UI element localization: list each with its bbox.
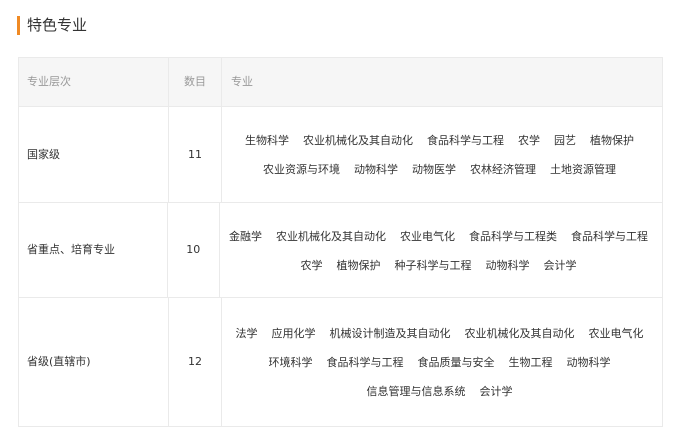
major-item: 信息管理与信息系统 <box>366 385 466 398</box>
major-item: 金融学 <box>229 229 262 243</box>
major-item: 动物科学 <box>566 356 611 369</box>
major-line: 生物科学 农业机械化及其自动化 食品科学与工程 农学 园艺 植物保护 <box>245 127 648 156</box>
row-count: 11 <box>169 107 222 202</box>
major-item: 法学 <box>235 327 258 340</box>
major-item: 农林经济管理 <box>470 163 536 176</box>
row-majors: 金融学 农业机械化及其自动化 农业电气化 食品科学与工程类 食品科学与工程 农学 植物保护种… <box>220 203 662 297</box>
major-item: 应用化学 <box>271 327 316 340</box>
major-line: 农学 植物保护 种子科学与工程 动物科学 会计学 <box>301 251 591 280</box>
major-item: 种子科学与工程 <box>394 258 472 272</box>
major-item: 农业机械化及其自动化 <box>303 134 413 147</box>
table-row: 省重点、培育专业 10 金融学 农业机械化及其自动化 农业电气化 食品科学与工程类 食品… <box>19 202 662 297</box>
major-item: 食品科学与工程 <box>326 356 404 369</box>
major-item: 动物医学 <box>412 163 456 176</box>
majors-table: 专业层次 数目 专业 国家级 11 生物科学 农业机械化及其自动化 食品科学与工程农… <box>18 57 663 427</box>
row-count: 12 <box>169 298 222 426</box>
major-item: 会计学 <box>479 385 513 398</box>
major-item: 农学 <box>300 258 323 272</box>
major-item: 农业资源与环境 <box>263 163 340 176</box>
major-item: 机械设计制造及其自动化 <box>329 327 451 340</box>
header-majors: 专业 <box>231 75 253 88</box>
major-item: 食品科学与工程 <box>427 134 504 147</box>
major-item: 食品质量与安全 <box>417 356 495 369</box>
major-item: 食品科学与工程 <box>571 229 648 243</box>
major-item: 动物科学 <box>354 163 398 176</box>
row-count: 10 <box>168 203 220 297</box>
row-majors: 生物科学 农业机械化及其自动化 食品科学与工程 农学 园艺 植物保护农业资源与环境 动物科学… <box>222 107 662 202</box>
major-item: 动物科学 <box>485 258 530 272</box>
section-header: 特色专业 <box>17 15 87 35</box>
major-line: 农业资源与环境 动物科学 动物医学 农林经济管理 土地资源管理 <box>263 156 630 185</box>
header-level: 专业层次 <box>19 58 169 106</box>
major-item: 农业机械化及其自动化 <box>276 229 386 243</box>
section-title: 特色专业 <box>27 16 88 34</box>
table-header-row: 专业层次 数目 专业 <box>19 58 662 106</box>
major-item: 环境科学 <box>268 356 313 369</box>
major-line: 法学 应用化学 机械设计制造及其自动化 农业机械化及其自动化 农业电气化 <box>236 320 658 349</box>
major-item: 农学 <box>518 134 540 147</box>
major-item: 食品科学与工程类 <box>469 229 557 243</box>
major-item: 植物保护 <box>336 258 381 272</box>
header-count: 数目 <box>169 58 222 106</box>
table-row: 省级(直辖市) 12 法学 应用化学 机械设计制造及其自动化 农业机械化及其自动化 农业… <box>19 297 662 426</box>
major-item: 农业机械化及其自动化 <box>464 327 575 340</box>
row-level: 省级(直辖市) <box>19 298 169 426</box>
major-item: 园艺 <box>554 134 576 147</box>
row-level: 国家级 <box>19 107 169 202</box>
major-item: 农业电气化 <box>400 229 455 243</box>
major-item: 农业电气化 <box>588 327 644 340</box>
row-majors: 法学 应用化学 机械设计制造及其自动化 农业机械化及其自动化 农业电气化 环境科学 食品科学… <box>222 298 662 426</box>
major-item: 会计学 <box>543 258 577 272</box>
table-row: 国家级 11 生物科学 农业机械化及其自动化 食品科学与工程 农学 园艺 植物保护农业资源… <box>19 106 662 202</box>
title-accent-bar <box>17 15 20 35</box>
major-item: 土地资源管理 <box>550 163 616 176</box>
major-line: 环境科学 食品科学与工程 食品质量与安全 生物工程 动物科学 <box>269 349 625 378</box>
major-item: 生物工程 <box>508 356 553 369</box>
major-item: 植物保护 <box>590 134 634 147</box>
major-line: 金融学 农业机械化及其自动化 农业电气化 食品科学与工程类 食品科学与工程 <box>229 222 662 251</box>
major-line: 信息管理与信息系统 会计学 <box>367 378 527 407</box>
row-level: 省重点、培育专业 <box>19 203 168 297</box>
major-item: 生物科学 <box>245 134 289 147</box>
